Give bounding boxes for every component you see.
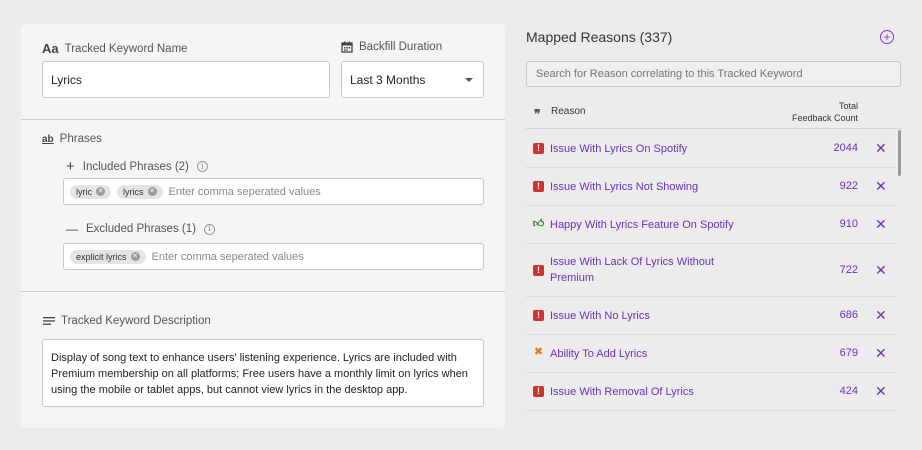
remove-chip-icon[interactable]: ✕: [96, 187, 105, 196]
feedback-count: 2044: [833, 142, 858, 154]
phrase-chip: explicit lyrics ✕: [70, 249, 146, 264]
table-row[interactable]: ! Issue With Lack Of Lyrics Without Prem…: [526, 244, 896, 297]
count-header-line1: Total: [838, 101, 858, 111]
issue-icon: !: [533, 386, 544, 397]
table-row[interactable]: 👍︎ Happy With Lyrics Feature On Spotify …: [526, 206, 896, 244]
backfill-label-row: Backfill Duration: [341, 41, 442, 53]
table-row[interactable]: ✖︎ Ability To Add Lyrics 679 ✕: [526, 335, 896, 373]
remove-reason-icon[interactable]: ✕: [875, 263, 887, 277]
included-phrases-label-row: + Included Phrases (2) i: [66, 159, 208, 174]
remove-reason-icon[interactable]: ✕: [875, 141, 887, 155]
included-phrases-label: Included Phrases (2): [82, 160, 189, 173]
remove-chip-icon[interactable]: ✕: [147, 187, 157, 196]
remove-chip-icon[interactable]: ✕: [130, 252, 140, 261]
included-phrases-input[interactable]: lyric ✕ lyrics ✕ Enter comma seperated v…: [63, 178, 484, 205]
reason-search-input[interactable]: [526, 61, 901, 87]
tools-icon: ✖︎: [533, 346, 544, 358]
add-reason-icon[interactable]: +: [880, 30, 894, 44]
info-icon[interactable]: i: [203, 223, 215, 235]
included-phrases-placeholder: Enter comma seperated values: [168, 185, 321, 198]
remove-reason-icon[interactable]: ✕: [875, 384, 887, 398]
reason-name[interactable]: Issue With Removal Of Lyrics: [550, 384, 755, 400]
reason-name[interactable]: Issue With No Lyrics: [550, 308, 755, 324]
backfill-label: Backfill Duration: [359, 41, 443, 53]
chip-label: lyric: [76, 186, 92, 197]
backfill-duration-select[interactable]: Last 3 Months: [341, 61, 484, 98]
section-divider: [21, 291, 505, 292]
reason-name[interactable]: Issue With Lack Of Lyrics Without Premiu…: [550, 254, 755, 286]
issue-icon: !: [533, 310, 544, 321]
caret-down-icon: [465, 77, 473, 82]
feedback-count: 722: [839, 264, 858, 276]
phrase-chip: lyric ✕: [70, 184, 111, 199]
info-icon[interactable]: i: [196, 161, 208, 172]
remove-reason-icon[interactable]: ✕: [875, 346, 887, 360]
reason-column-header[interactable]: Reason: [551, 106, 585, 117]
feedback-count: 679: [839, 347, 858, 359]
issue-icon: !: [533, 181, 544, 192]
reason-name[interactable]: Ability To Add Lyrics: [550, 346, 755, 362]
excluded-phrases-label: Excluded Phrases (1): [86, 223, 196, 235]
phrases-label: Phrases: [59, 133, 102, 145]
remove-reason-icon[interactable]: ✕: [875, 179, 887, 193]
table-row[interactable]: ! Issue With Removal Of Lyrics 424 ✕: [526, 373, 896, 411]
description-textarea[interactable]: Display of song text to enhance users' l…: [42, 339, 484, 407]
phrase-chip: lyrics ✕: [117, 184, 163, 199]
lines-icon: [43, 316, 55, 326]
feedback-count: 686: [839, 309, 858, 321]
table-row[interactable]: ! Issue With No Lyrics 686 ✕: [526, 297, 896, 335]
description-label-row: Tracked Keyword Description: [43, 315, 211, 327]
feedback-count-column-header[interactable]: Total Feedback Count: [758, 100, 858, 124]
count-header-line2: Feedback Count: [791, 113, 858, 123]
quote-icon: ❞: [534, 107, 541, 121]
issue-icon: !: [533, 265, 544, 276]
excluded-phrases-input[interactable]: explicit lyrics ✕ Enter comma seperated …: [63, 243, 484, 270]
thumbs-up-icon: 👍︎: [532, 218, 545, 230]
feedback-count: 424: [839, 385, 858, 397]
keyword-name-label-row: Aa Tracked Keyword Name: [42, 41, 188, 56]
excluded-phrases-label-row: — Excluded Phrases (1) i: [66, 223, 215, 235]
excluded-phrases-placeholder: Enter comma seperated values: [151, 250, 304, 263]
keyword-form-panel: Aa Tracked Keyword Name Lyrics Backfill …: [21, 24, 505, 428]
feedback-count: 910: [839, 218, 858, 230]
description-value: Display of song text to enhance users' l…: [51, 352, 468, 396]
description-label: Tracked Keyword Description: [61, 315, 211, 327]
reasons-table-header: ❞ Reason Total Feedback Count: [526, 98, 901, 129]
scrollbar-thumb[interactable]: [898, 130, 901, 176]
calendar-icon: [341, 41, 353, 53]
reason-name[interactable]: Issue With Lyrics Not Showing: [550, 179, 755, 195]
issue-icon: !: [533, 143, 544, 154]
minus-icon: —: [66, 222, 78, 236]
phrases-label-row: ab Phrases: [42, 133, 102, 145]
chip-label: explicit lyrics: [76, 251, 127, 262]
backfill-duration-value: Last 3 Months: [350, 72, 426, 87]
keyword-name-label: Tracked Keyword Name: [64, 42, 188, 55]
remove-reason-icon[interactable]: ✕: [875, 308, 887, 322]
chip-label: lyrics: [123, 186, 144, 197]
remove-reason-icon[interactable]: ✕: [875, 217, 887, 231]
keyword-name-input[interactable]: Lyrics: [42, 61, 330, 98]
table-row[interactable]: ! Issue With Lyrics Not Showing 922 ✕: [526, 168, 896, 206]
feedback-count: 922: [839, 180, 858, 192]
text-format-icon: Aa: [42, 41, 59, 56]
mapped-reasons-title: Mapped Reasons (337): [526, 29, 673, 45]
reason-name[interactable]: Happy With Lyrics Feature On Spotify: [550, 217, 755, 233]
keyword-name-value: Lyrics: [51, 72, 82, 87]
table-row[interactable]: ! Issue With Lyrics On Spotify 2044 ✕: [526, 130, 896, 168]
reason-name[interactable]: Issue With Lyrics On Spotify: [550, 141, 755, 157]
plus-icon: +: [66, 158, 75, 175]
section-divider: [21, 119, 505, 120]
spellcheck-icon: ab: [42, 133, 54, 145]
